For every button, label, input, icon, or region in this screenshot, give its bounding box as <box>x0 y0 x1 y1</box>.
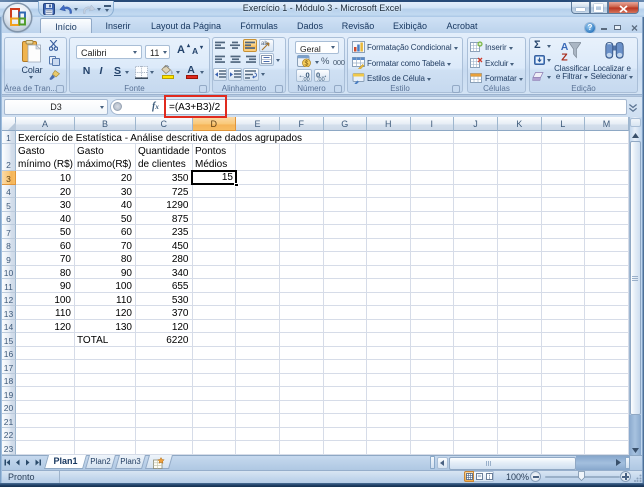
svg-text:,00: ,00 <box>302 77 310 81</box>
svg-text:$: $ <box>305 61 309 68</box>
svg-text:ab: ab <box>261 41 268 47</box>
svg-text:,00: ,00 <box>317 77 325 81</box>
svg-text:Z: Z <box>561 52 568 63</box>
